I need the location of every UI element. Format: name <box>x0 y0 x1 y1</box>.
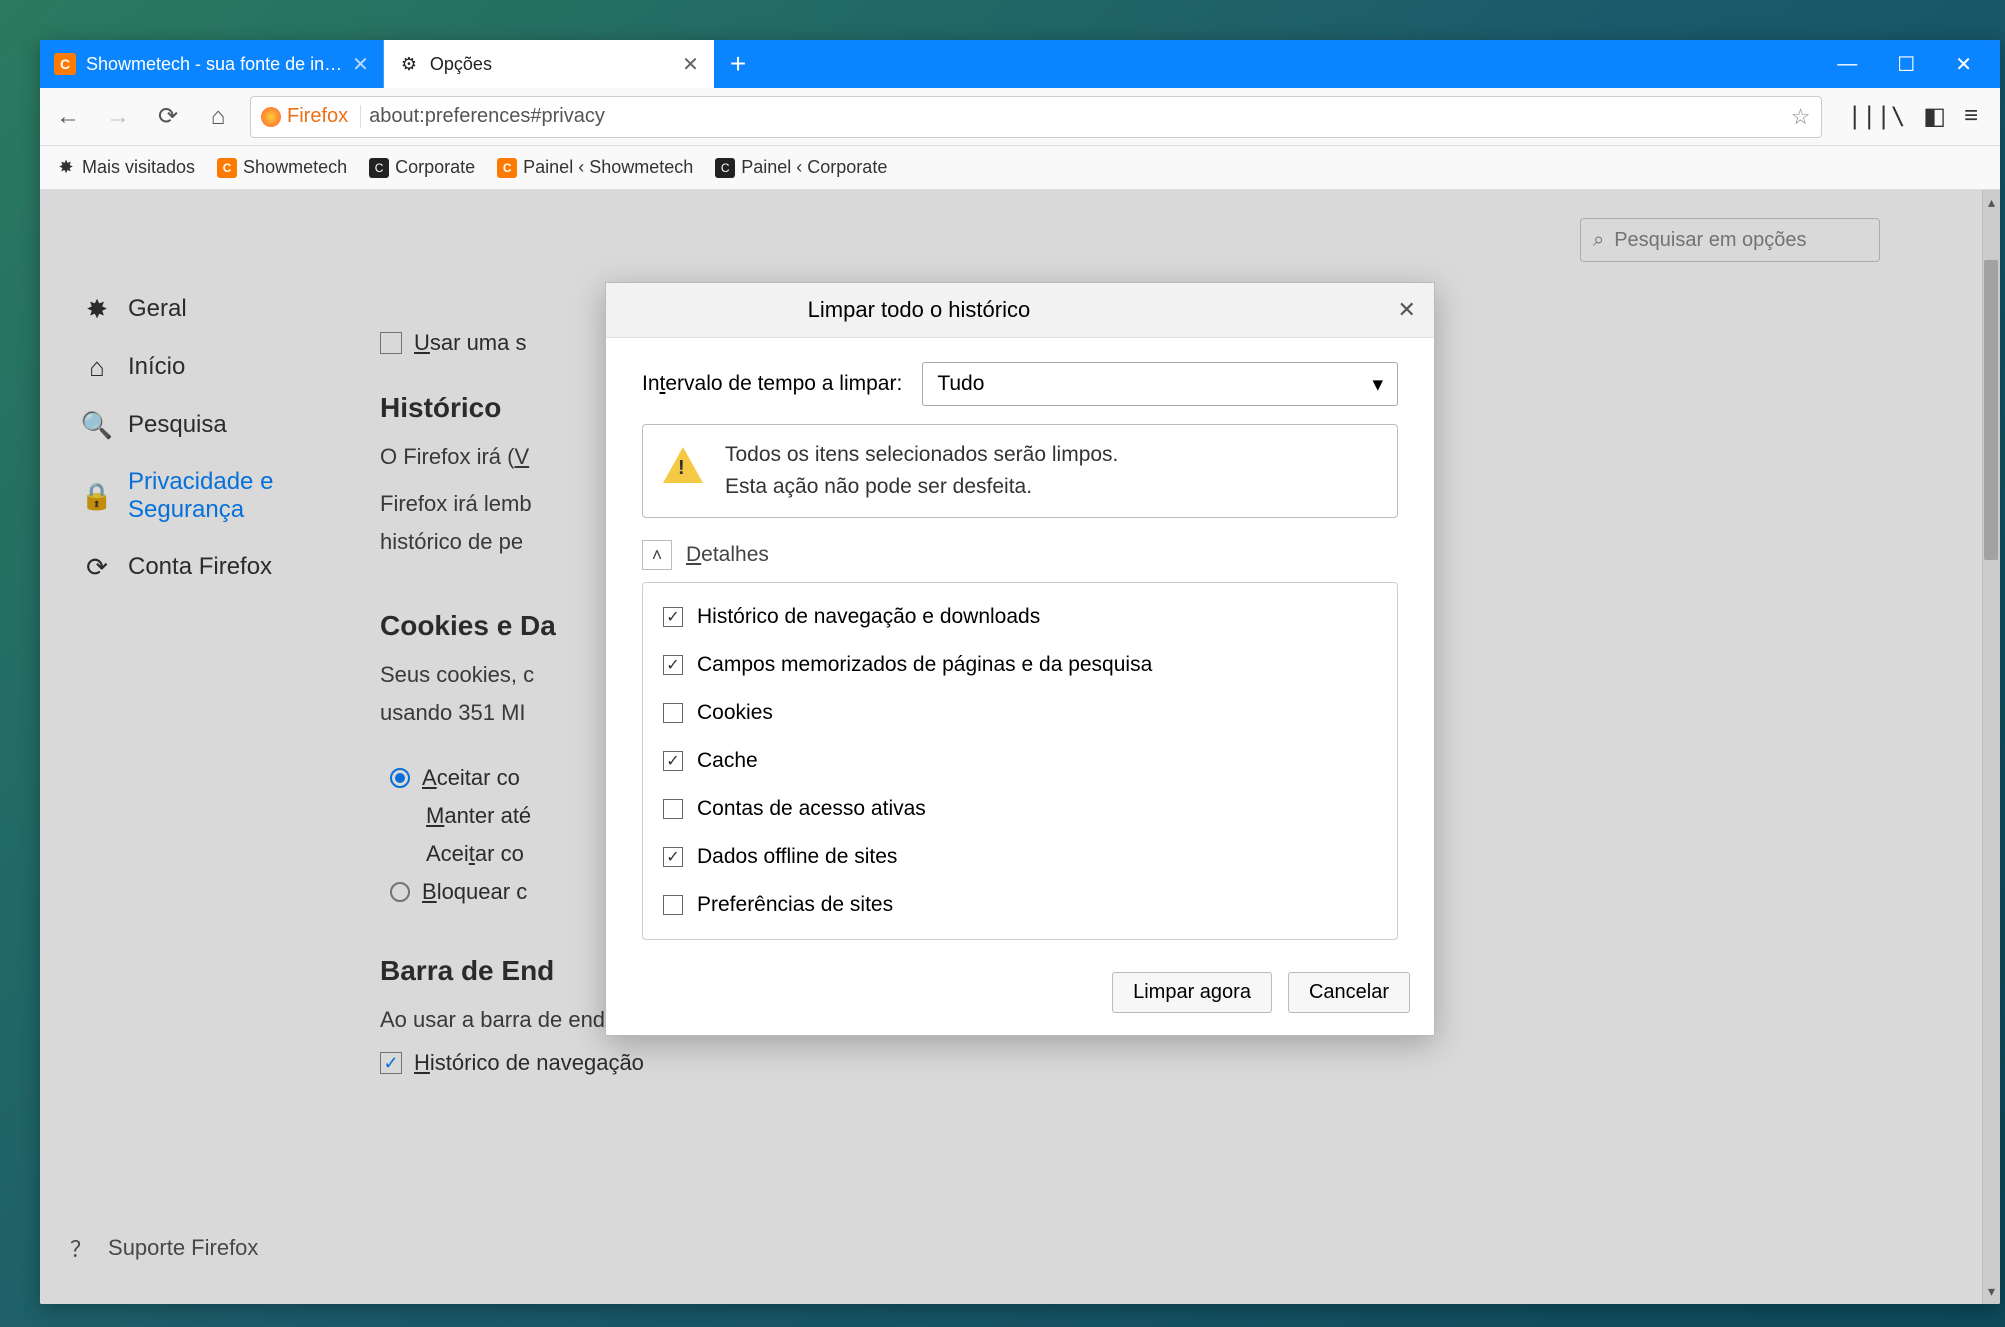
time-range-row: Intervalo de tempo a limpar: Tudo ▾ <box>642 362 1398 406</box>
tab-label: Showmetech - sua fonte de in… <box>86 54 342 75</box>
bookmarks-bar: ✸ Mais visitados C Showmetech C Corporate C… <box>40 146 2000 190</box>
check-label: Contas de acesso ativas <box>697 797 926 821</box>
check-label: Histórico de navegação e downloads <box>697 605 1040 629</box>
bm-label: Painel ‹ Corporate <box>741 157 887 178</box>
bookmark-corporate[interactable]: C Corporate <box>369 157 475 178</box>
clear-history-dialog: Limpar todo o histórico ✕ Intervalo de t… <box>605 282 1435 1036</box>
warning-box: Todos os itens selecionados serão limpos… <box>642 424 1398 518</box>
gear-icon: ✸ <box>56 158 76 178</box>
nav-right: |||\ ◧ ≡ <box>1836 102 1991 131</box>
warning-icon <box>663 447 703 483</box>
tab-label: Opções <box>430 54 492 75</box>
bookmark-showmetech[interactable]: C Showmetech <box>217 157 347 178</box>
close-tab-icon[interactable]: ✕ <box>682 52 699 77</box>
navbar: ← → ⟳ ⌂ Firefox about:preferences#privac… <box>40 88 2000 146</box>
checkbox-checked-icon[interactable]: ✓ <box>663 751 683 771</box>
dialog-titlebar: Limpar todo o histórico ✕ <box>606 283 1434 338</box>
bookmark-star-icon[interactable]: ☆ <box>1791 104 1811 130</box>
chevron-up-icon[interactable]: ˄ <box>642 540 672 570</box>
check-active-logins[interactable]: Contas de acesso ativas <box>659 785 1381 833</box>
range-label: Intervalo de tempo a limpar: <box>642 372 902 396</box>
library-icon[interactable]: |||\ <box>1848 102 1906 131</box>
dialog-close-button[interactable]: ✕ <box>1398 297 1416 323</box>
cancel-button[interactable]: Cancelar <box>1288 972 1410 1013</box>
bookmark-painel-corporate[interactable]: C Painel ‹ Corporate <box>715 157 887 178</box>
tab-opcoes[interactable]: ⚙ Opções ✕ <box>384 40 714 88</box>
site-icon: C <box>369 158 389 178</box>
titlebar: C Showmetech - sua fonte de in… ✕ ⚙ Opçõ… <box>40 40 2000 88</box>
site-icon: C <box>715 158 735 178</box>
check-label: Cookies <box>697 701 773 725</box>
site-icon: C <box>497 158 517 178</box>
window-controls: — ☐ ✕ <box>1809 40 2000 88</box>
details-header[interactable]: ˄ Detalhes <box>642 540 1398 570</box>
check-label: Dados offline de sites <box>697 845 897 869</box>
bookmark-most-visited[interactable]: ✸ Mais visitados <box>56 157 195 178</box>
favicon-showmetech: C <box>54 53 76 75</box>
firefox-window: C Showmetech - sua fonte de in… ✕ ⚙ Opçõ… <box>40 40 2000 1304</box>
content: ✸Geral ⌂Início 🔍Pesquisa 🔒Privacidade e … <box>40 190 2000 1304</box>
gear-icon: ⚙ <box>398 53 420 75</box>
check-cache[interactable]: ✓ Cache <box>659 737 1381 785</box>
url-text: about:preferences#privacy <box>369 105 1783 128</box>
dialog-title: Limpar todo o histórico <box>808 297 1031 323</box>
dialog-body: Intervalo de tempo a limpar: Tudo ▾ Todo… <box>606 338 1434 958</box>
url-bar[interactable]: Firefox about:preferences#privacy ☆ <box>250 96 1822 138</box>
bm-label: Corporate <box>395 157 475 178</box>
bm-label: Painel ‹ Showmetech <box>523 157 693 178</box>
details-list: ✓ Histórico de navegação e downloads ✓ Cam… <box>642 582 1398 940</box>
close-tab-icon[interactable]: ✕ <box>352 52 369 77</box>
check-offline-data[interactable]: ✓ Dados offline de sites <box>659 833 1381 881</box>
bm-label: Mais visitados <box>82 157 195 178</box>
checkbox-checked-icon[interactable]: ✓ <box>663 655 683 675</box>
check-form-search[interactable]: ✓ Campos memorizados de páginas e da pesq… <box>659 641 1381 689</box>
warning-line1: Todos os itens selecionados serão limpos… <box>725 443 1118 467</box>
warning-text-block: Todos os itens selecionados serão limpos… <box>725 443 1118 499</box>
home-button[interactable]: ⌂ <box>200 99 236 135</box>
checkbox-checked-icon[interactable]: ✓ <box>663 847 683 867</box>
checkbox-icon[interactable] <box>663 799 683 819</box>
chevron-down-icon: ▾ <box>1372 372 1383 397</box>
check-history-downloads[interactable]: ✓ Histórico de navegação e downloads <box>659 593 1381 641</box>
checkbox-icon[interactable] <box>663 895 683 915</box>
checkbox-icon[interactable] <box>663 703 683 723</box>
check-site-prefs[interactable]: Preferências de sites <box>659 881 1381 929</box>
check-label: Preferências de sites <box>697 893 893 917</box>
check-label: Campos memorizados de páginas e da pesqu… <box>697 653 1152 677</box>
checkbox-checked-icon[interactable]: ✓ <box>663 607 683 627</box>
bookmark-painel-showmetech[interactable]: C Painel ‹ Showmetech <box>497 157 693 178</box>
time-range-select[interactable]: Tudo ▾ <box>922 362 1398 406</box>
clear-now-button[interactable]: Limpar agora <box>1112 972 1272 1013</box>
minimize-button[interactable]: — <box>1837 53 1857 76</box>
identity-label: Firefox <box>287 105 348 128</box>
warning-line2: Esta ação não pode ser desfeita. <box>725 475 1118 499</box>
new-tab-button[interactable]: + <box>714 40 762 88</box>
forward-button[interactable]: → <box>100 99 136 135</box>
identity-firefox: Firefox <box>261 105 361 128</box>
tab-showmetech[interactable]: C Showmetech - sua fonte de in… ✕ <box>40 40 384 88</box>
site-icon: C <box>217 158 237 178</box>
dialog-buttons: Limpar agora Cancelar <box>606 958 1434 1035</box>
back-button[interactable]: ← <box>50 99 86 135</box>
close-window-button[interactable]: ✕ <box>1955 52 1972 77</box>
menu-icon[interactable]: ≡ <box>1964 102 1978 131</box>
range-value: Tudo <box>937 372 984 396</box>
firefox-icon <box>261 107 281 127</box>
maximize-button[interactable]: ☐ <box>1897 52 1915 77</box>
check-cookies[interactable]: Cookies <box>659 689 1381 737</box>
details-label: Detalhes <box>686 543 769 567</box>
sidebar-toggle-icon[interactable]: ◧ <box>1923 102 1946 131</box>
bm-label: Showmetech <box>243 157 347 178</box>
reload-button[interactable]: ⟳ <box>150 99 186 135</box>
check-label: Cache <box>697 749 758 773</box>
